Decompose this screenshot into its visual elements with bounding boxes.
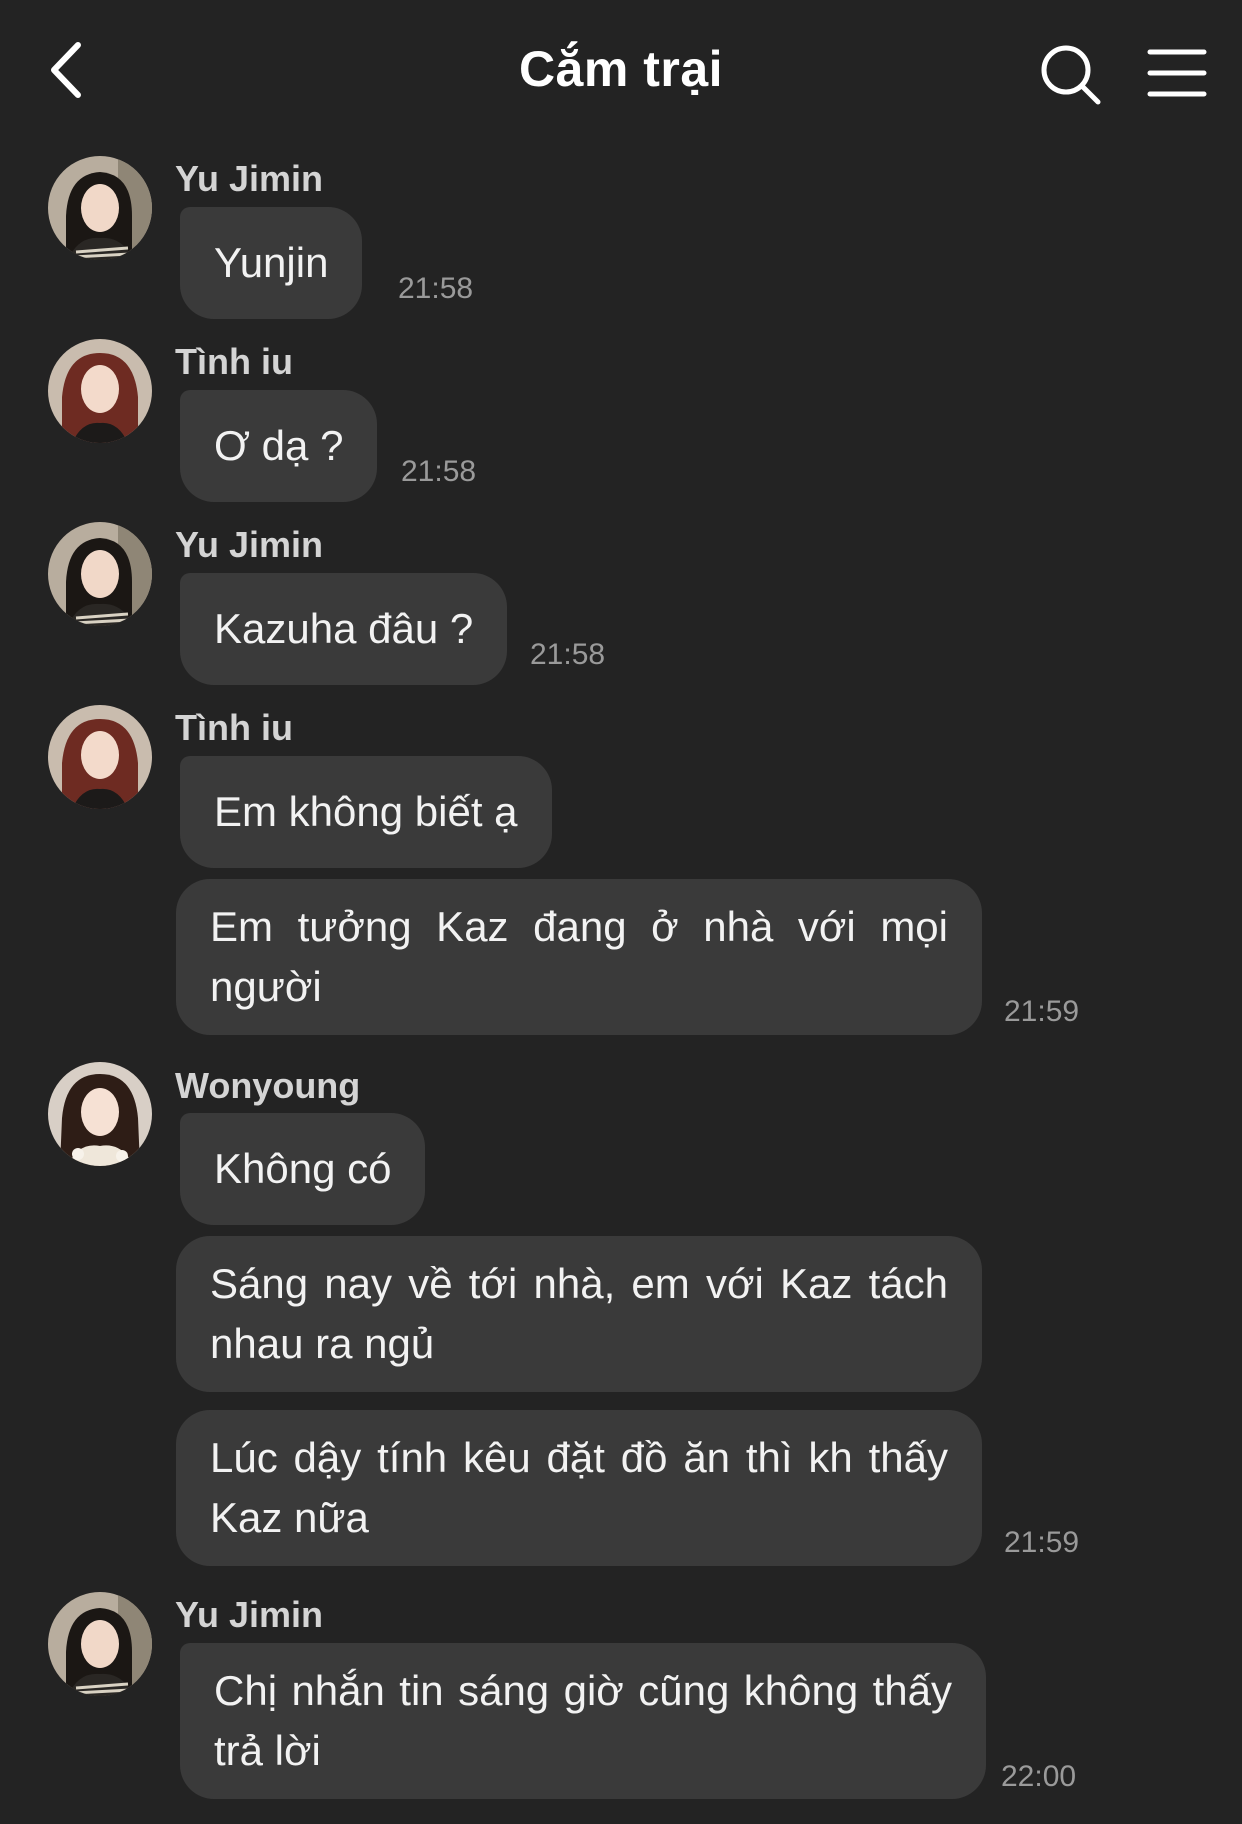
sender-name: Tình iu: [175, 707, 293, 748]
message-time: 21:58: [530, 638, 606, 671]
message-time: 21:59: [1004, 995, 1080, 1028]
message-bubble[interactable]: Em tưởng Kaz đang ở nhà với mọi người: [176, 879, 982, 1035]
message-bubble[interactable]: Chị nhắn tin sáng giờ cũng không thấy tr…: [180, 1643, 986, 1799]
chevron-left-icon: [51, 42, 81, 98]
sender-name: Tình iu: [175, 341, 293, 382]
message-bubble[interactable]: Ơ dạ ?: [180, 390, 378, 502]
avatar-image: [48, 705, 152, 809]
avatar-yu-jimin[interactable]: [48, 156, 152, 260]
chat-header: Cắm trại: [0, 0, 1242, 145]
sender-name: Yu Jimin: [175, 1594, 324, 1635]
sender-name: Yu Jimin: [175, 158, 324, 199]
avatar-tinh-iu[interactable]: [48, 339, 152, 443]
message-bubble[interactable]: Lúc dậy tính kêu đặt đồ ăn thì kh thấy K…: [176, 1410, 982, 1566]
message-bubble[interactable]: Không có: [180, 1113, 426, 1225]
message-bubble[interactable]: Sáng nay về tới nhà, em với Kaz tách nha…: [176, 1236, 982, 1392]
message-time: 21:58: [398, 272, 474, 305]
hamburger-menu-icon: [1147, 49, 1207, 97]
avatar-image: [48, 1062, 152, 1166]
menu-button[interactable]: [1146, 42, 1208, 104]
avatar-wonyoung[interactable]: [48, 1062, 152, 1166]
search-button[interactable]: [1036, 40, 1106, 110]
message-bubble[interactable]: Yunjin: [180, 207, 363, 319]
avatar-image: [48, 339, 152, 443]
message-time: 22:00: [1001, 1760, 1077, 1793]
avatar-yu-jimin[interactable]: [48, 522, 152, 626]
message-time: 21:59: [1004, 1526, 1080, 1559]
sender-name: Wonyoung: [175, 1065, 361, 1106]
avatar-image: [48, 156, 152, 260]
sender-name: Yu Jimin: [175, 524, 324, 565]
avatar-image: [48, 522, 152, 626]
message-time: 21:58: [401, 455, 477, 488]
message-bubble[interactable]: Em không biết ạ: [180, 756, 552, 868]
back-button[interactable]: [40, 35, 100, 105]
search-icon: [1041, 45, 1101, 105]
avatar-tinh-iu[interactable]: [48, 705, 152, 809]
message-bubble[interactable]: Kazuha đâu ?: [180, 573, 508, 685]
avatar-image: [48, 1592, 152, 1696]
avatar-yu-jimin[interactable]: [48, 1592, 152, 1696]
